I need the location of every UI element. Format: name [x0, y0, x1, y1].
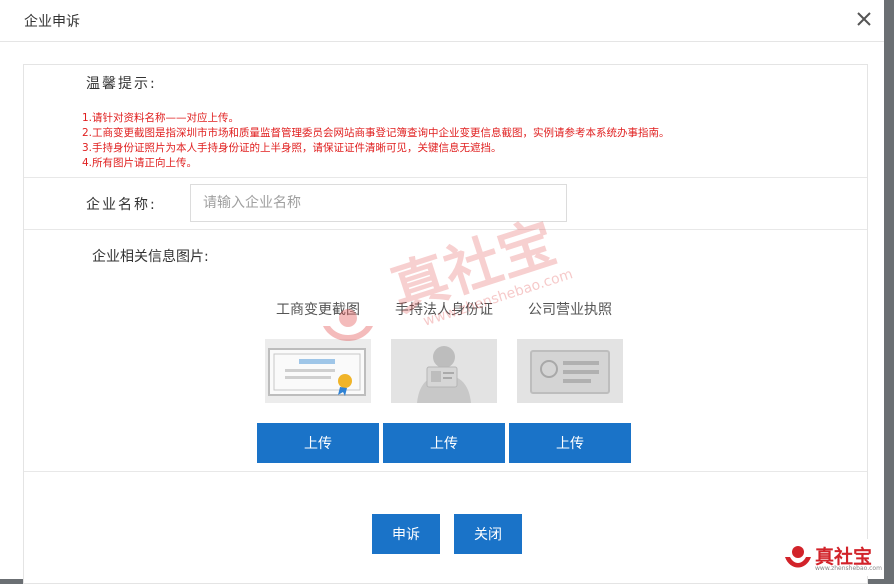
company-name-label: 企业名称:: [86, 197, 157, 213]
tip-line: 1.请针对资料名称——对应上传。: [82, 112, 240, 124]
tip-line: 2.工商变更截图是指深圳市市场和质量监督管理委员会网站商事登记簿查询中企业变更信…: [82, 127, 670, 139]
upload-button-business-license[interactable]: 上传: [509, 423, 631, 463]
watermark-hand-icon: [323, 309, 373, 341]
submit-appeal-button[interactable]: 申诉: [372, 514, 440, 554]
brand-logo: 真社宝 www.zhenshebao.com: [779, 539, 884, 576]
tip-line: 3.手持身份证照片为本人手持身份证的上半身照，请保证证件清晰可见，关键信息无遮挡…: [82, 142, 502, 154]
tips-title: 温馨提示:: [86, 76, 157, 92]
upload-preview-id-photo[interactable]: [391, 339, 497, 403]
brand-logo-url: www.zhenshebao.com: [815, 565, 882, 572]
close-button[interactable]: 关闭: [454, 514, 522, 554]
appeal-dialog: 企业申诉 温馨提示: 1.请针对资料名称——对应上传。 2.工商变更截图是指深圳…: [0, 0, 884, 584]
brand-logo-icon: [785, 546, 811, 568]
dialog-header: 企业申诉: [0, 0, 884, 42]
divider: [24, 177, 867, 178]
person-holding-id-icon: [417, 346, 471, 403]
close-icon[interactable]: [854, 9, 874, 29]
upload-button-business-change[interactable]: 上传: [257, 423, 379, 463]
tip-line: 4.所有图片请正向上传。: [82, 157, 198, 169]
business-license-icon: [530, 350, 610, 394]
images-label: 企业相关信息图片:: [92, 249, 209, 265]
upload-button-id-photo[interactable]: 上传: [383, 423, 505, 463]
caption-business-license: 公司营业执照: [528, 302, 612, 318]
upload-preview-business-license[interactable]: [517, 339, 623, 403]
appeal-form: 温馨提示: 1.请针对资料名称——对应上传。 2.工商变更截图是指深圳市市场和质…: [23, 64, 868, 584]
dialog-title: 企业申诉: [24, 14, 80, 30]
divider: [24, 471, 867, 472]
